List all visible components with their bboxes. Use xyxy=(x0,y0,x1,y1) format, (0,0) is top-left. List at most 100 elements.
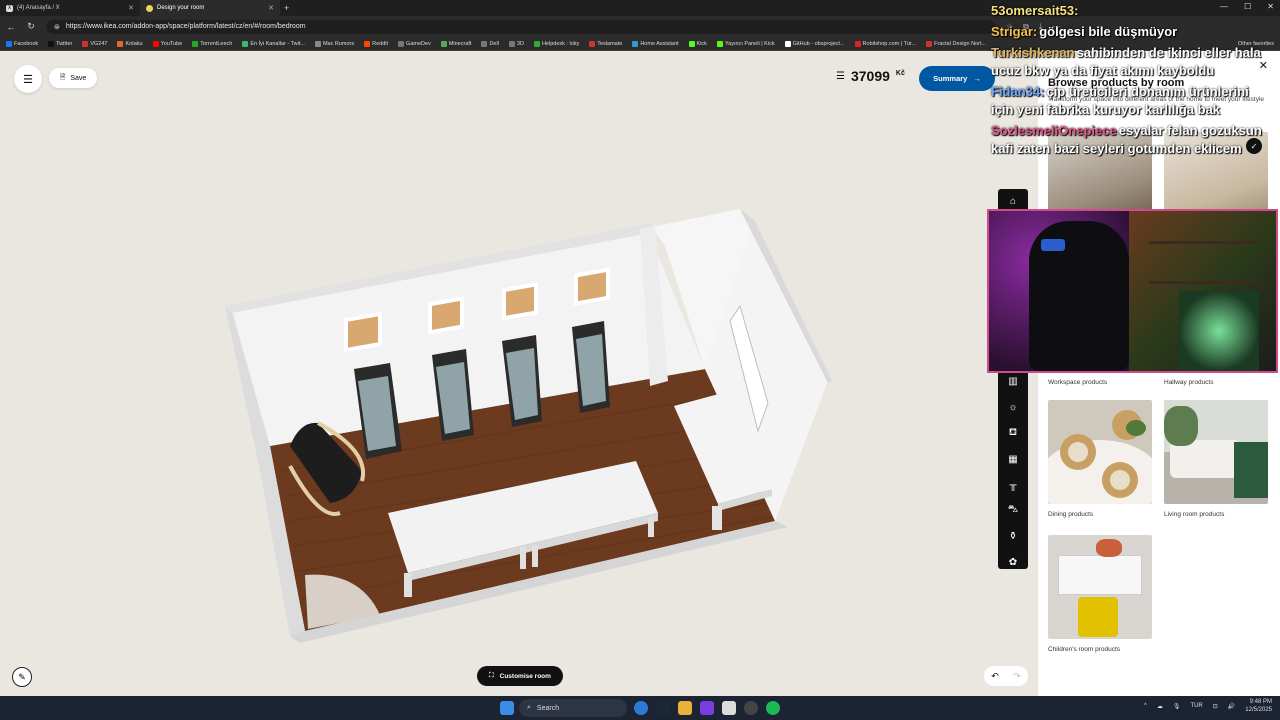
vase-icon[interactable]: ⚱ xyxy=(1006,530,1020,543)
mic-icon[interactable]: 🎙 xyxy=(1173,703,1181,710)
summary-button[interactable]: Summary → xyxy=(919,66,995,91)
search-placeholder: Search xyxy=(536,704,560,712)
tab-design-your-room[interactable]: Design your room ✕ xyxy=(140,0,280,16)
bookmark-item[interactable]: Kotaku xyxy=(117,40,143,47)
grid-icon[interactable]: ▦ xyxy=(1006,453,1020,466)
dining-image xyxy=(1048,400,1152,504)
price-currency: Kč xyxy=(895,69,905,77)
menu-button[interactable]: ☰ xyxy=(14,65,42,93)
close-icon[interactable]: ✕ xyxy=(128,4,134,12)
clock-date: 12/5/2025 xyxy=(1245,707,1272,713)
bookmark-icon xyxy=(508,40,515,47)
close-icon[interactable]: ✕ xyxy=(268,4,274,12)
bookmark-label: 3D xyxy=(516,40,524,47)
bookmark-item[interactable]: Minecraft xyxy=(440,40,471,47)
windows-taskbar: ⌕ Search ^ ☁ 🎙 TUR ⊡ 🔊 9:48 PM 12/5/2025 xyxy=(0,696,1280,720)
bookmark-item[interactable]: Facebook xyxy=(6,40,39,47)
bookmark-label: Facebook xyxy=(14,40,39,47)
edge-icon[interactable] xyxy=(634,701,648,715)
network-icon[interactable]: ⊡ xyxy=(1213,703,1218,710)
bookmark-item[interactable]: YouTube xyxy=(152,40,183,47)
bookmark-item[interactable]: VG247 xyxy=(82,40,107,47)
shelf-icon[interactable]: ▥ xyxy=(1006,375,1020,388)
tile-living-room[interactable]: Living room products xyxy=(1164,400,1268,518)
redo-icon[interactable]: ↷ xyxy=(1013,671,1021,682)
undo-icon[interactable]: ↶ xyxy=(991,671,999,682)
bookmark-item[interactable]: Fractal Design Nort... xyxy=(926,40,987,47)
room-planner-viewport[interactable]: ☰ 🗎 Save ☰ 37099 Kč Summary → ⌂ ▭ ▱ ⌐ ╤ … xyxy=(0,51,1038,696)
bookmark-item[interactable]: TorrentLeech xyxy=(192,40,233,47)
lamp-icon[interactable]: ☼ xyxy=(1006,401,1020,414)
tile-label: Dining products xyxy=(1048,511,1094,518)
tile-workspace-label[interactable]: Workspace products xyxy=(1048,379,1152,386)
chat-message: 53omersait53: xyxy=(991,2,1274,20)
obs-icon[interactable] xyxy=(744,701,758,715)
bookmark-icon xyxy=(242,40,249,47)
taskbar-search[interactable]: ⌕ Search xyxy=(519,699,627,717)
save-button[interactable]: 🗎 Save xyxy=(49,68,97,88)
new-tab-button[interactable]: + xyxy=(284,3,289,13)
bookmark-item[interactable]: Mac Rumors xyxy=(314,40,354,47)
site-info-icon[interactable]: ⊜ xyxy=(54,23,60,31)
car-icon[interactable]: ⛍ xyxy=(1006,504,1020,517)
reload-icon[interactable]: ↻ xyxy=(26,21,36,32)
appliance-icon[interactable]: ⛾ xyxy=(1006,427,1020,440)
start-icon[interactable] xyxy=(500,701,514,715)
stream-chat-overlay: 53omersait53: Strigar: gölgesi bile düşmüy… xyxy=(985,0,1280,208)
chat-message: Fidan34: çip üreticileri donanım ürünleri… xyxy=(991,83,1274,119)
bookmark-label: YouTube xyxy=(160,40,183,47)
chevron-up-icon[interactable]: ^ xyxy=(1144,703,1147,709)
tile-childrens-room[interactable]: Children's room products xyxy=(1048,535,1152,653)
bookmark-item[interactable]: Home Assistant xyxy=(632,40,679,47)
tile-label: Hallway products xyxy=(1164,379,1214,386)
customise-room-button[interactable]: ⛶ Customise room xyxy=(477,666,563,686)
language-indicator[interactable]: TUR xyxy=(1190,703,1202,709)
volume-icon[interactable]: 🔊 xyxy=(1228,703,1235,710)
bookmark-item[interactable]: Reddit xyxy=(364,40,389,47)
bookmark-item[interactable]: GameDev xyxy=(398,40,431,47)
bookmark-label: Reddit xyxy=(372,40,389,47)
bookmark-item[interactable]: Twitter xyxy=(48,40,72,47)
chat-username: Turkishkenan xyxy=(991,45,1075,60)
bookmark-item[interactable]: Helpdesk : loky xyxy=(533,40,579,47)
bookmark-item[interactable]: Kick xyxy=(688,40,707,47)
bookmark-label: En İyi Kanallar - Twit... xyxy=(250,40,305,47)
undo-redo-group: ↶ ↷ xyxy=(984,666,1028,686)
bookmark-item[interactable]: 3D xyxy=(508,40,524,47)
customise-icon: ⛶ xyxy=(489,672,494,679)
bookmark-item[interactable]: Robitshop.com | Tür... xyxy=(854,40,917,47)
file-explorer-icon[interactable] xyxy=(678,701,692,715)
bookmark-icon xyxy=(632,40,639,47)
discord-icon[interactable] xyxy=(700,701,714,715)
price-display[interactable]: ☰ 37099 Kč xyxy=(836,68,905,84)
tile-label: Living room products xyxy=(1164,511,1225,518)
bookmark-item[interactable]: GitHub - obsproject... xyxy=(784,40,845,47)
clock[interactable]: 9:48 PM 12/5/2025 xyxy=(1245,698,1272,714)
bookmark-label: Kick xyxy=(696,40,707,47)
stool-icon[interactable]: ╥ xyxy=(1006,479,1020,492)
spotify-icon[interactable] xyxy=(766,701,780,715)
plant-icon[interactable]: ✿ xyxy=(1006,556,1020,569)
bookmark-icon xyxy=(314,40,321,47)
cloud-icon[interactable]: ☁ xyxy=(1157,703,1163,710)
tile-hallway-label[interactable]: Hallway products xyxy=(1164,379,1268,386)
tile-dining[interactable]: Dining products xyxy=(1048,400,1152,518)
bookmark-label: Home Assistant xyxy=(640,40,679,47)
bookmark-label: Fractal Design Nort... xyxy=(934,40,987,47)
bookmark-item[interactable]: Teslamate xyxy=(589,40,622,47)
chat-username: Strigar: xyxy=(991,24,1038,39)
bookmark-item[interactable]: Dell xyxy=(481,40,499,47)
chat-username: Fidan34: xyxy=(991,84,1045,99)
edit-pencil-button[interactable]: ✎ xyxy=(12,667,32,687)
bookmark-item[interactable]: Yayıncı Paneli | Kick xyxy=(716,40,775,47)
terminal-icon[interactable] xyxy=(722,701,736,715)
steam-icon[interactable] xyxy=(656,701,670,715)
tab-x[interactable]: X (4) Anasayfa / X ✕ xyxy=(0,0,140,16)
room-3d-view[interactable] xyxy=(0,51,1038,696)
bookmark-item[interactable]: En İyi Kanallar - Twit... xyxy=(242,40,305,47)
bookmark-label: Yayıncı Paneli | Kick xyxy=(724,40,775,47)
back-icon[interactable]: ← xyxy=(6,22,16,32)
bookmark-label: TorrentLeech xyxy=(200,40,233,47)
url-field[interactable]: ⊜ https://www.ikea.com/addon-app/space/p… xyxy=(46,19,996,34)
bookmark-label: Robitshop.com | Tür... xyxy=(862,40,917,47)
